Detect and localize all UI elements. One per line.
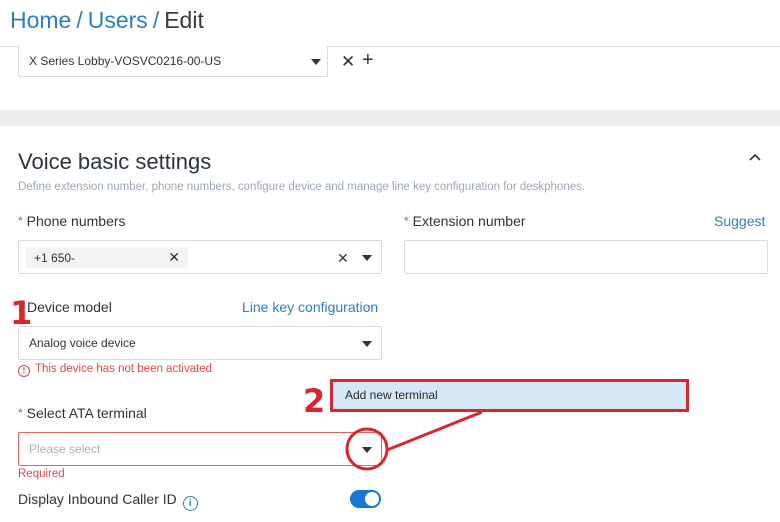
caller-id-toggle[interactable] (350, 490, 381, 508)
breadcrumb-separator: / (152, 7, 160, 33)
clear-location-icon[interactable]: ✕ (341, 53, 355, 70)
extension-number-label: * Extension number (404, 213, 526, 229)
toggle-knob (365, 492, 379, 506)
required-mark: * (18, 214, 23, 228)
ata-terminal-label-text: Select ATA terminal (26, 405, 147, 421)
device-model-select[interactable]: Analog voice device (18, 326, 382, 360)
breadcrumb: Home / Users / Edit (10, 5, 204, 35)
required-mark: * (18, 406, 23, 420)
caller-id-label-text: Display Inbound Caller ID (18, 491, 177, 507)
device-model-label: Device model (27, 299, 112, 315)
breadcrumb-home-link[interactable]: Home (10, 7, 71, 33)
chevron-down-icon[interactable] (362, 255, 372, 261)
info-icon[interactable]: i (182, 496, 198, 511)
breadcrumb-separator: / (76, 7, 83, 33)
section-title: Voice basic settings (18, 149, 212, 174)
ata-terminal-label: * Select ATA terminal (18, 405, 147, 421)
phone-numbers-label: * Phone numbers (18, 213, 126, 229)
clear-phone-numbers-icon[interactable]: ✕ (337, 250, 349, 267)
section-description: Define extension number, phone numbers, … (18, 181, 586, 193)
chevron-down-icon[interactable] (362, 447, 372, 453)
section-separator (0, 110, 780, 126)
display-inbound-caller-id-label: Display Inbound Caller ID i (18, 491, 198, 511)
breadcrumb-users-link[interactable]: Users (88, 7, 148, 33)
add-location-icon[interactable]: + (362, 50, 374, 70)
extension-number-input[interactable] (404, 240, 768, 274)
ata-terminal-placeholder: Please select (29, 442, 101, 456)
annotation-connector-line (386, 410, 483, 452)
step-2-marker: 2 (303, 382, 326, 420)
ata-terminal-select[interactable]: Please select (18, 432, 382, 466)
location-select[interactable]: X Series Lobby-VOSVC0216-00-US (18, 46, 328, 77)
suggest-link[interactable]: Suggest (714, 213, 765, 229)
device-error-text: This device has not been activated (35, 363, 213, 375)
phone-number-tag-text: +1 650- (34, 251, 76, 265)
line-key-configuration-link[interactable]: Line key configuration (242, 299, 378, 315)
extension-number-label-text: Extension number (412, 213, 526, 229)
error-icon: ! (18, 365, 30, 377)
phone-numbers-select[interactable]: +1 650- ✕ ✕ (18, 240, 382, 274)
phone-number-tag: +1 650- ✕ (26, 247, 188, 268)
location-select-value: X Series Lobby-VOSVC0216-00-US (29, 54, 222, 68)
required-mark: * (404, 214, 409, 228)
device-model-value: Analog voice device (29, 336, 136, 350)
remove-tag-icon[interactable]: ✕ (168, 249, 180, 266)
chevron-up-icon[interactable] (748, 150, 762, 164)
breadcrumb-current: Edit (164, 7, 204, 33)
add-new-terminal-option[interactable]: Add new terminal (345, 388, 438, 402)
chevron-down-icon (362, 341, 372, 347)
ata-terminal-dropdown: Add new terminal (330, 379, 689, 412)
ata-required-message: Required (18, 468, 65, 480)
phone-numbers-label-text: Phone numbers (26, 213, 126, 229)
device-activation-error: ! This device has not been activated (18, 363, 212, 377)
chevron-down-icon (311, 59, 321, 65)
